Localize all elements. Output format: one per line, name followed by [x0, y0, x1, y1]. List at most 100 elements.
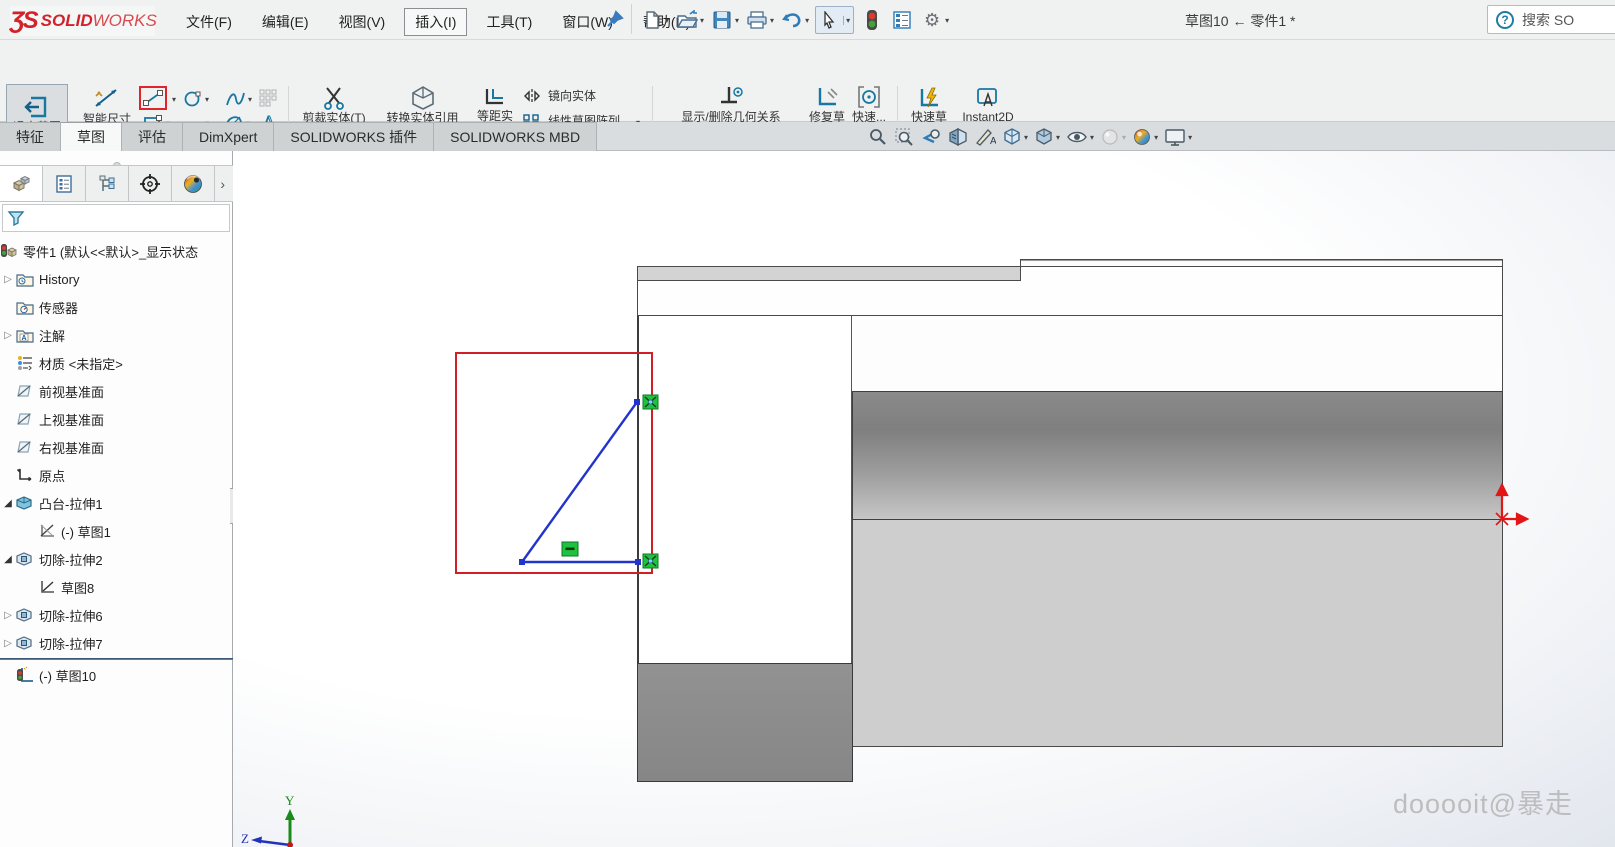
- expander-collapsed-icon[interactable]: ▷: [0, 638, 16, 649]
- mirror-entities-button[interactable]: 镜向实体: [522, 88, 596, 104]
- expander-collapsed-icon[interactable]: ▷: [0, 274, 16, 285]
- pin-icon[interactable]: [598, 4, 632, 34]
- select-tool-button[interactable]: ▾: [815, 6, 854, 34]
- hide-show-icon[interactable]: ▾: [1066, 128, 1094, 146]
- property-manager-icon[interactable]: [43, 166, 86, 201]
- save-button[interactable]: ▾: [710, 8, 739, 32]
- graphics-viewport[interactable]: Y Z dooooit@暴走: [233, 151, 1615, 847]
- expander-collapsed-icon[interactable]: ▷: [0, 610, 16, 621]
- dropdown-arrow-icon[interactable]: ▾: [1056, 133, 1060, 142]
- dropdown-arrow-icon[interactable]: ▾: [945, 16, 949, 25]
- undo-button[interactable]: ▾: [780, 8, 809, 32]
- model-bottom-left-face[interactable]: [637, 663, 853, 782]
- zoom-fit-icon[interactable]: [868, 127, 888, 147]
- feature-manager-icon[interactable]: [0, 166, 43, 201]
- tab-evaluate[interactable]: 评估: [122, 122, 183, 151]
- dropdown-arrow-icon[interactable]: ▾: [1188, 133, 1192, 142]
- model-left-column-face[interactable]: [637, 316, 852, 663]
- plane-icon: [16, 439, 34, 455]
- dropdown-arrow-icon[interactable]: ▾: [770, 16, 774, 25]
- search-box[interactable]: ? 搜索 SO: [1487, 5, 1615, 34]
- tree-item-top-plane[interactable]: 上视基准面: [0, 405, 233, 433]
- tree-item-front-plane[interactable]: 前视基准面: [0, 377, 233, 405]
- dropdown-arrow-icon[interactable]: ▾: [1090, 133, 1094, 142]
- instant2d-button[interactable]: Instant2D: [956, 86, 1020, 124]
- options-gear-button[interactable]: ⚙▾: [920, 8, 949, 32]
- expander-expanded-icon[interactable]: ◢: [0, 498, 16, 509]
- tree-item-annotations[interactable]: ▷ A 注解: [0, 321, 233, 349]
- tab-features[interactable]: 特征: [0, 122, 61, 151]
- dropdown-arrow-icon[interactable]: ▾: [665, 16, 669, 25]
- model-top-step-edge[interactable]: [1020, 259, 1503, 267]
- tab-solidworks-addins[interactable]: SOLIDWORKS 插件: [274, 122, 434, 151]
- tree-item-sketch8[interactable]: 草图8: [0, 573, 233, 601]
- section-view-icon[interactable]: [948, 127, 968, 147]
- model-lower-right-face[interactable]: [852, 520, 1503, 747]
- open-button[interactable]: ▾: [675, 8, 704, 32]
- menu-edit[interactable]: 编辑(E): [251, 8, 320, 36]
- annotation-view-icon[interactable]: A: [974, 127, 996, 147]
- dropdown-arrow-icon[interactable]: ▾: [700, 16, 704, 25]
- panel-expand-chevron[interactable]: ›: [215, 166, 233, 201]
- model-top-left-step-face[interactable]: [637, 266, 1021, 281]
- tree-item-cut-extrude7[interactable]: ▷ 切除-拉伸7: [0, 629, 233, 657]
- help-icon[interactable]: ?: [1496, 11, 1514, 29]
- tree-item-boss-extrude1[interactable]: ◢ 凸台-拉伸1: [0, 489, 233, 517]
- display-style-icon[interactable]: ▾: [1034, 127, 1060, 147]
- dropdown-arrow-icon[interactable]: ▾: [172, 95, 176, 104]
- search-input[interactable]: 搜索 SO: [1522, 10, 1574, 30]
- display-pane-button[interactable]: [890, 8, 914, 32]
- dimxpert-manager-icon[interactable]: [129, 166, 172, 201]
- scene-icon[interactable]: ▾: [1132, 127, 1158, 147]
- model-cylindrical-face[interactable]: [852, 391, 1503, 520]
- tree-root-part[interactable]: 零件1 (默认<<默认>_显示状态: [0, 237, 233, 265]
- performance-lights-icon[interactable]: [860, 8, 884, 32]
- print-button[interactable]: ▾: [745, 8, 774, 32]
- reference-triad: Y Z: [241, 793, 295, 847]
- view-orientation-icon[interactable]: ▾: [1002, 127, 1028, 147]
- dropdown-arrow-icon[interactable]: ▾: [735, 16, 739, 25]
- dropdown-arrow-icon[interactable]: ▾: [843, 16, 852, 25]
- dropdown-arrow-icon[interactable]: ▾: [805, 16, 809, 25]
- expander-collapsed-icon[interactable]: ▷: [0, 330, 16, 341]
- model-upper-right-face[interactable]: [852, 316, 1503, 391]
- dropdown-arrow-icon[interactable]: ▾: [1122, 133, 1126, 142]
- zoom-area-icon[interactable]: [894, 127, 914, 147]
- new-document-button[interactable]: ▾: [640, 8, 669, 32]
- circle-tool-button[interactable]: ▾: [183, 90, 209, 108]
- tab-solidworks-mbd[interactable]: SOLIDWORKS MBD: [434, 122, 597, 151]
- dropdown-arrow-icon[interactable]: ▾: [1024, 133, 1028, 142]
- dropdown-arrow-icon[interactable]: ▾: [248, 95, 252, 104]
- tab-sketch[interactable]: 草图: [61, 122, 122, 151]
- display-manager-icon[interactable]: [172, 166, 215, 201]
- configuration-manager-icon[interactable]: [86, 166, 129, 201]
- tree-item-origin[interactable]: 原点: [0, 461, 233, 489]
- view-settings-icon[interactable]: ▾: [1164, 127, 1192, 147]
- appearance-icon[interactable]: ▾: [1100, 127, 1126, 147]
- tree-filter-input[interactable]: [2, 204, 230, 232]
- tree-item-sketch1[interactable]: (-) 草图1: [0, 517, 233, 545]
- watermark-text: dooooit@暴走: [1393, 782, 1573, 821]
- spline-tool-button[interactable]: ▾: [224, 90, 252, 108]
- tree-item-material[interactable]: 材质 <未指定>: [0, 349, 233, 377]
- dropdown-arrow-icon[interactable]: ▾: [1154, 133, 1158, 142]
- menu-tools[interactable]: 工具(T): [475, 8, 543, 36]
- quick-access-toolbar: ▾ ▾ ▾ ▾ ▾ ▾ ⚙▾: [640, 4, 953, 36]
- menu-view[interactable]: 视图(V): [328, 8, 397, 36]
- tree-item-sketch10-active[interactable]: (-) 草图10: [0, 661, 233, 689]
- sketch-icon: [38, 579, 56, 595]
- line-tool-button[interactable]: [142, 89, 164, 107]
- tab-dimxpert[interactable]: DimXpert: [183, 122, 274, 151]
- dropdown-arrow-icon[interactable]: ▾: [205, 95, 209, 104]
- tree-item-cut-extrude6[interactable]: ▷ 切除-拉伸6: [0, 601, 233, 629]
- menu-file[interactable]: 文件(F): [175, 8, 243, 36]
- tree-item-right-plane[interactable]: 右视基准面: [0, 433, 233, 461]
- previous-view-icon[interactable]: [920, 127, 942, 147]
- expander-expanded-icon[interactable]: ◢: [0, 554, 16, 565]
- tree-item-history[interactable]: ▷ History: [0, 265, 233, 293]
- tree-item-cut-extrude2[interactable]: ◢ 切除-拉伸2: [0, 545, 233, 573]
- circle-icon: [183, 90, 203, 108]
- sketch-plane-highlight[interactable]: [455, 352, 653, 574]
- menu-insert[interactable]: 插入(I): [404, 8, 467, 36]
- tree-item-sensors[interactable]: 传感器: [0, 293, 233, 321]
